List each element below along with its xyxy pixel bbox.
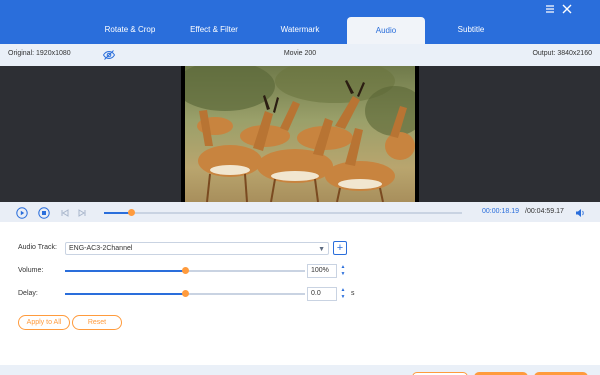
next-frame-icon[interactable] <box>76 206 88 218</box>
volume-stepper[interactable]: ▲ ▼ <box>338 264 348 278</box>
previous-frame-icon[interactable] <box>59 206 71 218</box>
close-icon[interactable] <box>560 2 574 16</box>
stepper-up-icon[interactable]: ▲ <box>338 287 348 294</box>
delay-stepper[interactable]: ▲ ▼ <box>338 287 348 301</box>
video-image <box>185 66 415 202</box>
menu-icon[interactable] <box>543 2 557 16</box>
delay-slider-fill <box>65 293 185 295</box>
output-resolution: Output: 3840x2160 <box>532 50 592 57</box>
chevron-down-icon: ▼ <box>318 246 325 253</box>
tab-audio[interactable]: Audio <box>347 17 425 44</box>
tab-bar: Rotate & Crop Effect & Filter Watermark … <box>0 0 600 44</box>
progress-track[interactable] <box>104 212 462 214</box>
movie-title: Movie 200 <box>283 50 317 57</box>
video-preview <box>0 66 600 202</box>
stop-icon[interactable] <box>38 206 50 219</box>
tab-watermark[interactable]: Watermark <box>261 16 339 44</box>
audio-track-value: ENG-AC3-2Channel <box>69 245 133 252</box>
tab-effect-filter[interactable]: Effect & Filter <box>175 16 253 44</box>
delay-input[interactable]: 0.0 <box>307 287 337 301</box>
tab-subtitle[interactable]: Subtitle <box>432 16 510 44</box>
delay-slider-handle[interactable] <box>181 290 189 297</box>
volume-icon[interactable] <box>574 206 586 218</box>
delay-label: Delay: <box>18 290 38 297</box>
total-time: /00:04:59.17 <box>525 208 564 215</box>
audio-track-label: Audio Track: <box>18 244 57 251</box>
player-controls: 00:00:18.19 /00:04:59.17 <box>0 202 600 222</box>
stepper-down-icon[interactable]: ▼ <box>338 271 348 278</box>
audio-track-select[interactable]: ENG-AC3-2Channel ▼ <box>65 242 329 255</box>
volume-slider-handle[interactable] <box>181 267 189 274</box>
volume-label: Volume: <box>18 267 44 274</box>
progress-handle[interactable] <box>128 209 136 216</box>
reset-button[interactable]: Reset <box>72 315 122 330</box>
tab-rotate-crop[interactable]: Rotate & Crop <box>91 16 169 44</box>
stepper-up-icon[interactable]: ▲ <box>338 264 348 271</box>
volume-slider-fill <box>65 270 185 272</box>
stepper-down-icon[interactable]: ▼ <box>338 294 348 301</box>
add-audio-track-button[interactable]: + <box>333 241 347 255</box>
volume-input[interactable]: 100% <box>307 264 337 278</box>
current-time: 00:00:18.19 <box>482 208 519 215</box>
delay-unit: s <box>351 290 355 297</box>
apply-to-all-button[interactable]: Apply to All <box>18 315 70 330</box>
info-bar: Original: 1920x1080 Movie 200 Output: 38… <box>0 44 600 66</box>
play-icon[interactable] <box>16 206 28 219</box>
video-frame <box>181 66 419 202</box>
